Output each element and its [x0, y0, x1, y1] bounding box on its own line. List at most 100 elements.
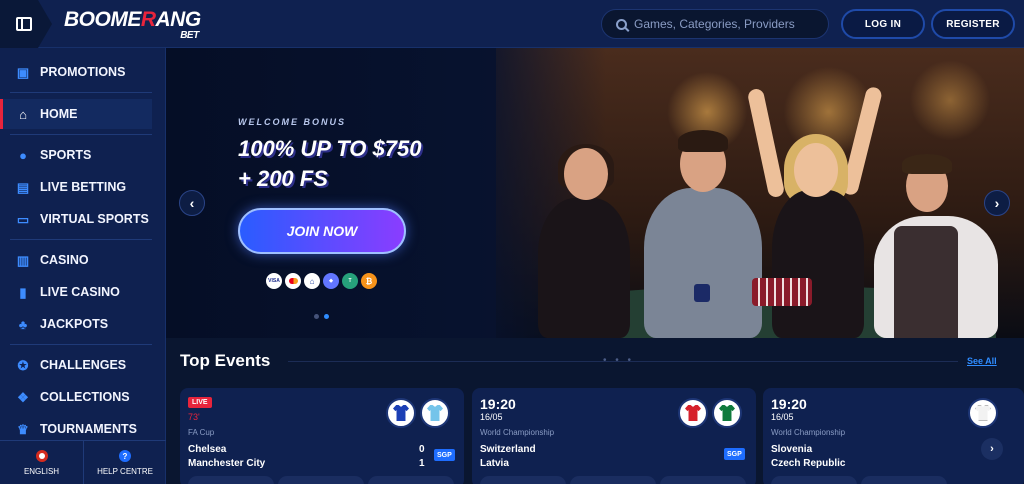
sidebar-item-label: SPORTS: [40, 148, 92, 162]
odds-row: [188, 476, 454, 484]
away-team: Manchester City: [188, 458, 266, 469]
chip-stack: [694, 284, 710, 302]
sidebar-item-promotions[interactable]: ▣ PROMOTIONS: [0, 57, 152, 87]
help-centre-button[interactable]: ? HELP CENTRE: [83, 441, 166, 484]
sidebar-item-label: JACKPOTS: [40, 317, 109, 331]
sidebar-item-label: LIVE BETTING: [40, 180, 127, 194]
switzerland-shirt-icon: [678, 398, 708, 428]
clover-icon: ♣: [18, 316, 28, 332]
sidebar-toggle-button[interactable]: [0, 0, 52, 48]
odds-button[interactable]: [480, 476, 566, 484]
home-icon: ⌂: [19, 106, 27, 122]
ethereum-icon: ◆: [323, 273, 339, 289]
bonus-title-line: 100% UP TO $750: [238, 136, 422, 161]
carousel-dot-active[interactable]: [324, 314, 329, 319]
help-icon: ?: [119, 450, 131, 462]
carousel-prev-button[interactable]: ‹: [179, 190, 205, 216]
chelsea-shirt-icon: [386, 398, 416, 428]
event-time: 19:20: [480, 396, 516, 412]
payment-methods: VISA ⌂ ◆ T ₿: [266, 273, 377, 289]
join-now-button[interactable]: JOIN NOW: [238, 208, 406, 254]
medal-icon: ✪: [17, 357, 29, 373]
language-label: ENGLISH: [23, 467, 60, 476]
sidebar-item-label: VIRTUAL SPORTS: [40, 212, 149, 226]
odds-button[interactable]: [368, 476, 454, 484]
sidebar-divider: [10, 134, 152, 135]
carousel-dots: [314, 314, 329, 319]
search-input[interactable]: [634, 17, 814, 31]
logo-text-end: ANG: [155, 8, 202, 31]
language-button[interactable]: ENGLISH: [0, 441, 83, 484]
event-card[interactable]: LIVE 73' FA Cup Chelsea Manchester City …: [180, 388, 464, 484]
slovenia-shirt-icon: [968, 398, 998, 428]
promo-banner: WELCOME BONUS 100% UP TO $750 + 200 FS J…: [166, 48, 1024, 338]
odds-button[interactable]: [188, 476, 274, 484]
carousel-dot[interactable]: [314, 314, 319, 319]
next-arrow-button[interactable]: ›: [981, 438, 1003, 460]
bonus-label: WELCOME BONUS: [238, 117, 346, 127]
odds-button[interactable]: [660, 476, 746, 484]
home-team: Switzerland: [480, 444, 536, 455]
sidebar-item-label: LIVE CASINO: [40, 285, 120, 299]
home-team: Slovenia: [771, 444, 813, 455]
player-figure: [538, 198, 630, 338]
sidebar-item-label: HOME: [40, 107, 78, 121]
sidebar-toggle-icon: [16, 17, 32, 31]
live-badge: LIVE: [188, 397, 212, 408]
logo-accent-letter: R: [140, 8, 156, 31]
sidebar-item-sports[interactable]: ● SPORTS: [0, 140, 152, 170]
odds-button[interactable]: [278, 476, 364, 484]
collection-icon: ❖: [17, 389, 29, 405]
player-head: [794, 143, 838, 197]
register-button[interactable]: REGISTER: [931, 9, 1015, 39]
event-date: 16/05: [771, 412, 794, 422]
login-button[interactable]: LOG IN: [841, 9, 925, 39]
league-name: FA Cup: [188, 428, 215, 437]
event-card[interactable]: 19:20 16/05 World Championship Switzerla…: [472, 388, 756, 484]
player-hair: [678, 130, 728, 152]
bitcoin-icon: ₿: [361, 273, 377, 289]
bank-icon: ⌂: [304, 273, 320, 289]
site-logo[interactable]: BOOMERANG BET: [64, 8, 202, 41]
search-icon: [616, 18, 627, 30]
sidebar-item-collections[interactable]: ❖ COLLECTIONS: [0, 382, 152, 412]
logo-subtext: BET: [180, 30, 199, 41]
search-box[interactable]: [601, 9, 829, 39]
logo-text: BOOME: [64, 8, 141, 31]
section-dots: • • •: [603, 355, 635, 366]
canada-flag-icon: [35, 450, 48, 462]
event-card[interactable]: 19:20 16/05 World Championship Slovenia …: [763, 388, 1024, 484]
man-city-shirt-icon: [420, 398, 450, 428]
see-all-link[interactable]: See All: [967, 356, 997, 366]
away-score: 1: [419, 458, 425, 469]
sidebar-item-challenges[interactable]: ✪ CHALLENGES: [0, 350, 152, 380]
away-team: Czech Republic: [771, 458, 846, 469]
odds-button[interactable]: [771, 476, 857, 484]
player-figure: [644, 188, 762, 338]
sidebar-item-jackpots[interactable]: ♣ JACKPOTS: [0, 309, 152, 339]
home-team: Chelsea: [188, 444, 227, 455]
tether-icon: T: [342, 273, 358, 289]
dealer-hair: [902, 154, 952, 174]
sidebar-divider: [10, 344, 152, 345]
event-time: 19:20: [771, 396, 807, 412]
sidebar-item-live-betting[interactable]: ▤ LIVE BETTING: [0, 172, 152, 202]
sidebar-item-casino[interactable]: ▥ CASINO: [0, 245, 152, 275]
league-name: World Championship: [771, 428, 846, 437]
odds-row: [480, 476, 746, 484]
match-minute: 73': [188, 412, 200, 422]
odds-row: [771, 476, 947, 484]
sidebar-item-home[interactable]: ⌂ HOME: [0, 99, 152, 129]
odds-button[interactable]: [570, 476, 656, 484]
player-head: [564, 148, 608, 200]
odds-button[interactable]: [861, 476, 947, 484]
sidebar-item-live-casino[interactable]: ▮ LIVE CASINO: [0, 277, 152, 307]
carousel-next-button[interactable]: ›: [984, 190, 1010, 216]
sidebar-item-label: CHALLENGES: [40, 358, 127, 372]
home-score: 0: [419, 444, 425, 455]
sidebar-divider: [10, 239, 152, 240]
visa-icon: VISA: [266, 273, 282, 289]
player-figure: [772, 190, 864, 338]
sidebar-item-virtual-sports[interactable]: ▭ VIRTUAL SPORTS: [0, 204, 152, 234]
dealer-vest: [894, 226, 958, 338]
